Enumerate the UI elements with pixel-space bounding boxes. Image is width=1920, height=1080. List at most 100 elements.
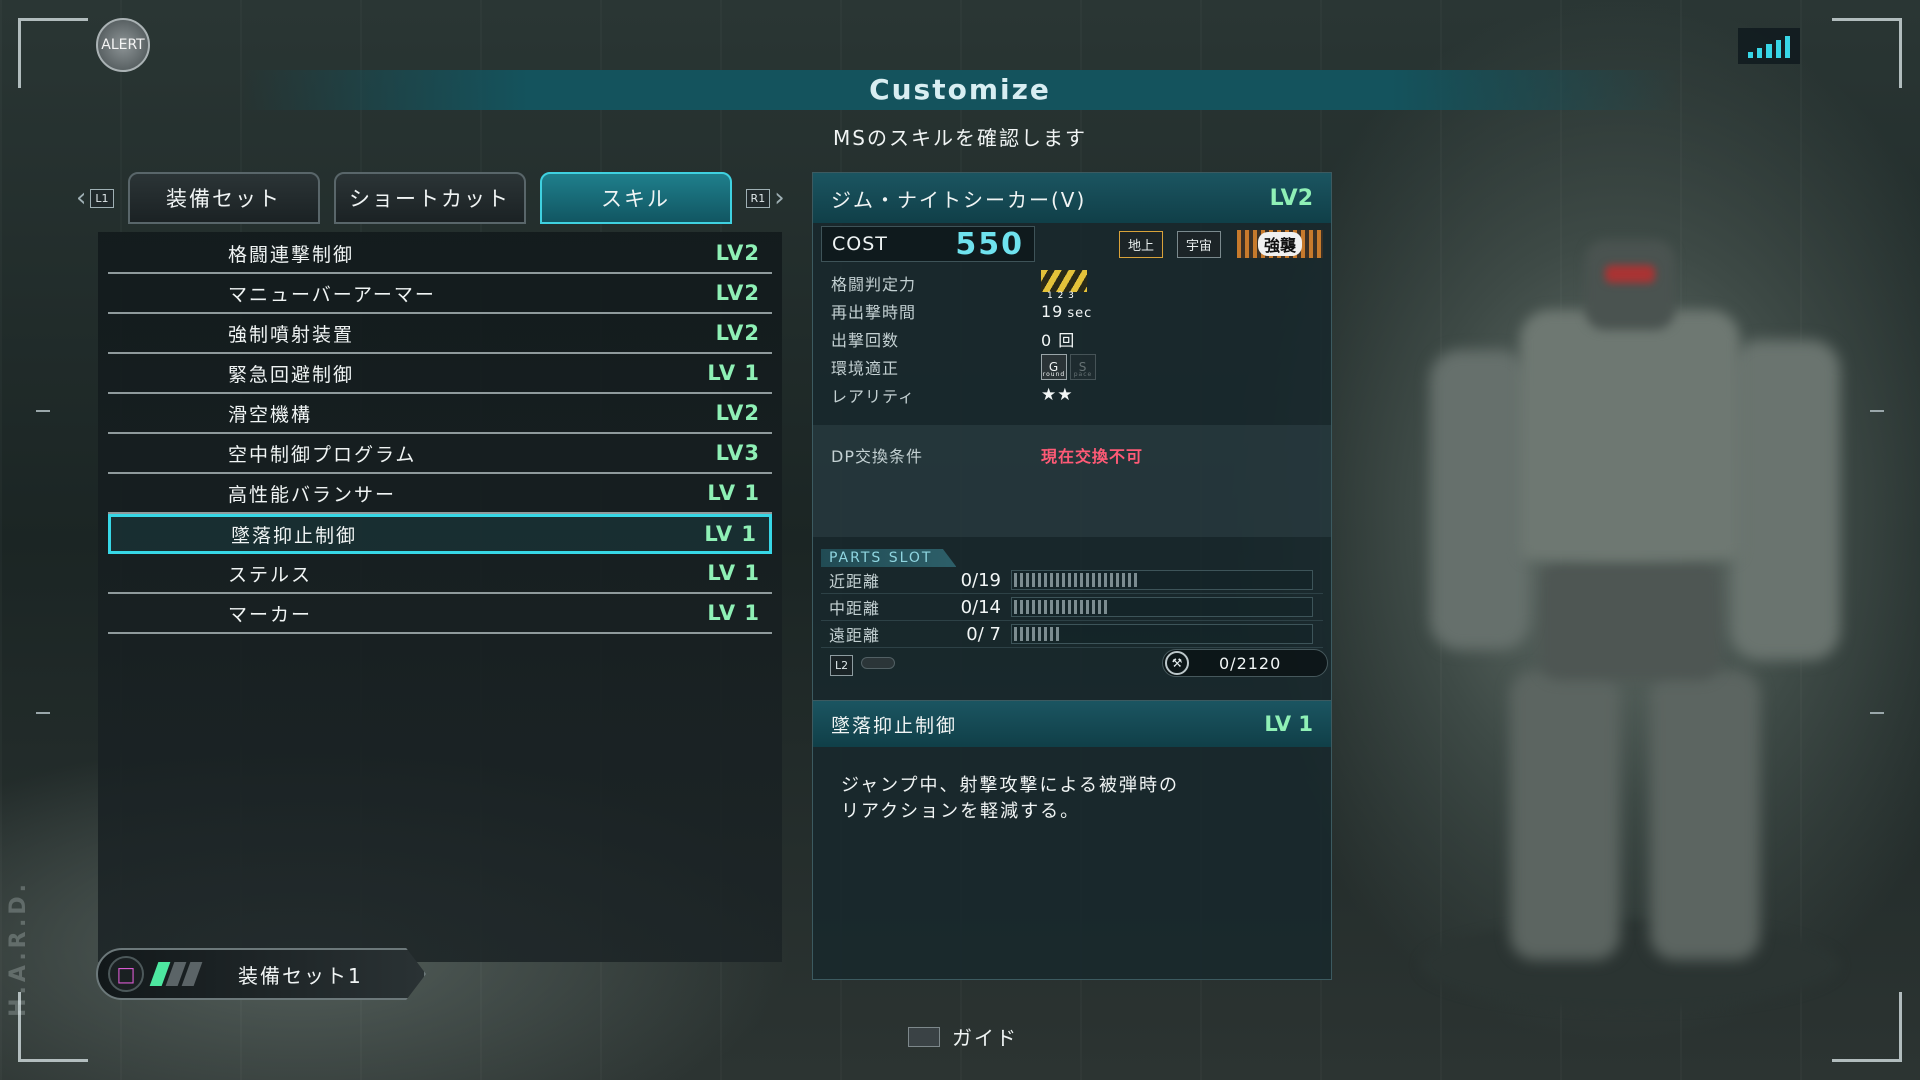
frame-corner xyxy=(1832,18,1902,88)
skill-row[interactable]: 強制噴射装置 LV2 xyxy=(108,314,772,354)
skill-level: LV2 xyxy=(715,321,760,345)
part-row: 中距離 0/14 xyxy=(821,594,1323,621)
parts-footer: L2 ⚒ 0/2120 xyxy=(812,646,1332,680)
skill-row-selected[interactable]: 墜落抑止制御 LV 1 xyxy=(108,514,772,554)
skill-level: LV 1 xyxy=(707,481,760,505)
skill-level: LV 1 xyxy=(704,522,757,546)
stat-label: 環境適正 xyxy=(831,359,900,378)
skill-detail-name: 墜落抑止制御 xyxy=(831,714,958,737)
ms-stats: 格闘判定力 1 2 3 再出撃時間 19 sec 出撃回数 0 回 環境適正 Groun… xyxy=(813,265,1331,413)
ms-level: LV2 xyxy=(1269,185,1313,211)
skill-row[interactable]: マーカー LV 1 xyxy=(108,594,772,634)
part-value: 0/ 7 xyxy=(966,623,1001,645)
equipment-set-label: 装備セット1 xyxy=(238,963,363,988)
skill-level: LV 1 xyxy=(707,361,760,385)
skill-row[interactable]: マニューバーアーマー LV2 xyxy=(108,274,772,314)
skill-name: 格闘連撃制御 xyxy=(228,243,355,266)
melee-scale: 1 2 3 xyxy=(1047,291,1075,301)
skill-description: ジャンプ中、射撃攻撃による被弾時の リアクションを軽減する。 xyxy=(841,775,1180,822)
frame-corner xyxy=(1832,992,1902,1062)
sorties-value: 0 回 xyxy=(1041,331,1076,350)
guide-button[interactable]: ガイド xyxy=(908,1022,1018,1051)
skill-level: LV 1 xyxy=(707,561,760,585)
frame-corner xyxy=(18,18,88,88)
tab-shortcut[interactable]: ショートカット xyxy=(333,172,526,224)
environment-icons: Ground Space xyxy=(1041,354,1096,380)
ground-env-icon: Ground xyxy=(1041,354,1067,380)
set-slot-bars xyxy=(149,962,203,986)
ms-header: ジム・ナイトシーカー(V) LV2 xyxy=(813,173,1331,223)
skill-row[interactable]: 緊急回避制御 LV 1 xyxy=(108,354,772,394)
signal-strength-icon xyxy=(1738,28,1800,64)
part-value: 0/19 xyxy=(960,569,1001,591)
part-row: 遠距離 0/ 7 xyxy=(821,621,1323,648)
r1-key-icon: R1 xyxy=(745,188,771,208)
ms-type-badge: 強襲 xyxy=(1237,230,1323,258)
melee-power-icon xyxy=(1041,270,1087,292)
frame-tick xyxy=(1870,712,1884,714)
guide-label: ガイド xyxy=(952,1026,1018,1050)
skill-list-panel: 格闘連撃制御 LV2 マニューバーアーマー LV2 強制噴射装置 LV2 緊急回避制御… xyxy=(98,232,782,962)
skill-name: 空中制御プログラム xyxy=(228,443,417,466)
part-row: 近距離 0/19 xyxy=(821,567,1323,594)
respawn-value: 19 xyxy=(1041,301,1064,321)
page-title: Customize xyxy=(869,73,1051,106)
chevron-right-icon: › xyxy=(774,183,785,213)
cost-row: COST 550 地上 宇宙 強襲 xyxy=(813,223,1331,265)
frame-tick xyxy=(36,712,50,714)
parts-slot: PARTS SLOT 近距離 0/19 中距離 0/14 遠距離 0/ 7 xyxy=(813,537,1331,648)
side-logo: H.A.R.D. xyxy=(6,880,31,1017)
part-label: 遠距離 xyxy=(829,626,881,645)
stat-label: 格闘判定力 xyxy=(831,275,917,294)
tab-equipment-set[interactable]: 装備セット xyxy=(127,172,320,224)
touchpad-icon xyxy=(908,1026,940,1047)
capacity-value: 0/2120 xyxy=(1219,653,1282,673)
skill-name: 滑空機構 xyxy=(228,403,313,426)
cost-box: COST 550 xyxy=(821,226,1035,262)
skill-name: マーカー xyxy=(228,603,313,626)
dp-exchange: DP交換条件 現在交換不可 xyxy=(813,425,1331,537)
equipment-set-indicator[interactable]: □ 装備セット1 xyxy=(96,948,426,1000)
skill-name: 強制噴射装置 xyxy=(228,323,355,346)
l1-key-icon: L1 xyxy=(90,188,114,208)
skill-name: マニューバーアーマー xyxy=(228,283,436,306)
skill-detail-panel: 墜落抑止制御 LV 1 ジャンプ中、射撃攻撃による被弾時の リアクションを軽減す… xyxy=(812,700,1332,980)
ms-type-label: 強襲 xyxy=(1257,232,1302,256)
skill-row[interactable]: ステルス LV 1 xyxy=(108,554,772,594)
skill-level: LV2 xyxy=(715,281,760,305)
capacity-display: ⚒ 0/2120 xyxy=(1162,649,1328,677)
dp-label: DP交換条件 xyxy=(831,447,923,466)
skill-row[interactable]: 滑空機構 LV2 xyxy=(108,394,772,434)
skill-row[interactable]: 高性能バランサー LV 1 xyxy=(108,474,772,514)
part-bar xyxy=(1011,624,1313,644)
space-env-icon: Space xyxy=(1070,354,1096,380)
tab-bar: ‹ L1 装備セット ショートカット スキル R1 › xyxy=(76,170,785,226)
dp-value: 現在交換不可 xyxy=(1041,447,1144,466)
page-toggle[interactable] xyxy=(861,656,896,669)
skill-row[interactable]: 空中制御プログラム LV3 xyxy=(108,434,772,474)
skill-level: LV2 xyxy=(715,401,760,425)
l2-key-icon[interactable]: L2 xyxy=(830,654,854,676)
part-value: 0/14 xyxy=(960,596,1001,618)
stat-label: 再出撃時間 xyxy=(831,303,917,322)
frame-tick xyxy=(1870,410,1884,412)
skill-row[interactable]: 格闘連撃制御 LV2 xyxy=(108,234,772,274)
part-bar xyxy=(1011,570,1313,590)
skill-level: LV 1 xyxy=(707,601,760,625)
tab-next-button[interactable]: R1 › xyxy=(745,183,785,213)
skill-detail-level: LV 1 xyxy=(1264,712,1313,736)
tab-skill[interactable]: スキル xyxy=(539,172,732,224)
stat-label: 出撃回数 xyxy=(831,331,900,350)
skill-name: 高性能バランサー xyxy=(228,483,397,506)
mobile-suit-preview xyxy=(1390,230,1870,1010)
alert-icon: ALERT xyxy=(96,18,150,72)
tab-prev-button[interactable]: ‹ L1 xyxy=(76,183,114,213)
wrench-icon: ⚒ xyxy=(1165,651,1189,675)
skill-level: LV3 xyxy=(715,441,760,465)
env-ground-badge: 地上 xyxy=(1118,230,1163,258)
ms-name: ジム・ナイトシーカー(V) xyxy=(831,187,1087,212)
part-bar xyxy=(1011,597,1313,617)
skill-name: 墜落抑止制御 xyxy=(231,524,358,547)
rarity-stars: ★★ xyxy=(1041,385,1074,405)
chevron-left-icon: ‹ xyxy=(76,183,87,213)
